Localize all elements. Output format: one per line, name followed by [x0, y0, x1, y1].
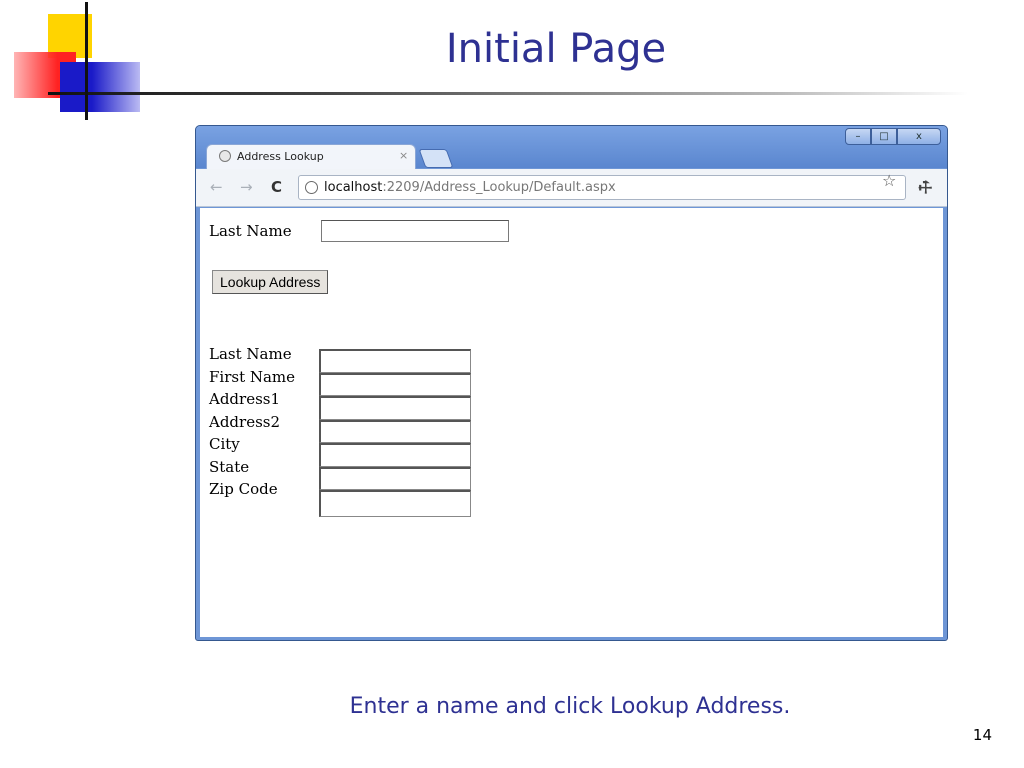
- window-controls: – □ x: [845, 128, 941, 145]
- result-fields: [319, 349, 471, 517]
- result-field-city[interactable]: [319, 443, 471, 467]
- slide-caption: Enter a name and click Lookup Address.: [349, 694, 791, 719]
- browser-toolbar: ← → C localhost:2209/Address_Lookup/Defa…: [196, 169, 947, 207]
- result-field-last-name[interactable]: [319, 349, 471, 373]
- page-number: 14: [972, 726, 992, 744]
- result-label-zip-code: Zip Code: [209, 480, 278, 498]
- page-content: Last Name Lookup Address Last Name First…: [200, 208, 943, 637]
- result-field-address1[interactable]: [319, 396, 471, 420]
- result-labels: Last Name First Name Address1 Address2 C…: [209, 343, 295, 501]
- result-label-state: State: [209, 457, 250, 476]
- result-label-address1: Address1: [209, 390, 281, 408]
- result-label-city: City: [209, 435, 240, 453]
- result-label-last-name: Last Name: [209, 345, 292, 363]
- result-field-state[interactable]: [319, 466, 471, 490]
- slide-title: Initial Page: [445, 26, 667, 72]
- search-last-name-label: Last Name: [209, 222, 292, 240]
- decor-blue-square: [60, 62, 140, 112]
- tab-address-lookup[interactable]: Address Lookup ×: [206, 144, 416, 169]
- bookmark-star-icon[interactable]: ☆: [882, 171, 896, 190]
- tab-close-icon[interactable]: ×: [399, 149, 408, 162]
- lookup-address-button[interactable]: Lookup Address: [212, 270, 329, 294]
- result-label-address2: Address2: [209, 412, 281, 431]
- decor-horizontal-rule: [48, 92, 968, 95]
- result-field-zip-code[interactable]: [319, 490, 471, 517]
- maximize-button[interactable]: □: [871, 128, 897, 145]
- tab-title: Address Lookup: [237, 150, 324, 163]
- result-field-address2[interactable]: [319, 419, 471, 443]
- address-bar[interactable]: localhost:2209/Address_Lookup/Default.as…: [298, 175, 906, 200]
- result-field-first-name[interactable]: [319, 372, 471, 396]
- url-text: localhost:2209/Address_Lookup/Default.as…: [324, 180, 616, 195]
- result-label-first-name: First Name: [209, 367, 296, 386]
- url-host: localhost: [324, 180, 383, 195]
- back-arrow-icon[interactable]: ←: [210, 178, 223, 196]
- forward-arrow-icon[interactable]: →: [240, 178, 253, 196]
- minimize-button[interactable]: –: [845, 128, 871, 145]
- browser-window: – □ x Address Lookup × ← → C localhost:2…: [195, 125, 948, 641]
- decor-vertical-rule: [85, 2, 88, 120]
- wrench-menu-icon[interactable]: ⚒: [913, 176, 937, 200]
- search-last-name-input[interactable]: [321, 220, 509, 242]
- globe-icon: [219, 150, 231, 162]
- reload-icon[interactable]: C: [271, 178, 282, 196]
- page-globe-icon: [305, 181, 318, 194]
- close-window-button[interactable]: x: [897, 128, 941, 145]
- url-path: :2209/Address_Lookup/Default.aspx: [382, 180, 616, 195]
